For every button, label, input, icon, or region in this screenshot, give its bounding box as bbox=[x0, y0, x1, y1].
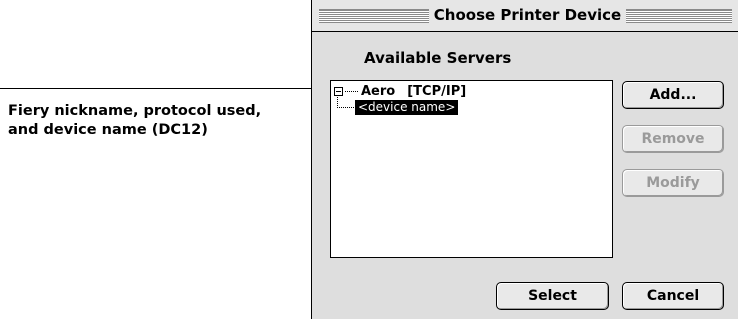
server-row[interactable]: Aero [TCP/IP] bbox=[333, 83, 466, 99]
dialog-title: Choose Printer Device bbox=[430, 5, 625, 25]
available-servers-label: Available Servers bbox=[364, 49, 512, 67]
choose-printer-device-dialog: Choose Printer Device Available Servers … bbox=[311, 0, 738, 319]
cancel-button[interactable]: Cancel bbox=[622, 282, 724, 310]
select-button[interactable]: Select bbox=[496, 282, 609, 310]
add-button[interactable]: Add... bbox=[622, 81, 724, 109]
callout-annotation: Fiery nickname, protocol used, and devic… bbox=[8, 102, 261, 140]
remove-button[interactable]: Remove bbox=[622, 125, 724, 153]
tree-connector-icon bbox=[345, 90, 359, 92]
servers-list[interactable]: Aero [TCP/IP] <device name> bbox=[330, 80, 613, 258]
callout-line-1: Fiery nickname, protocol used, bbox=[8, 103, 262, 119]
tree-branch-horizontal-icon bbox=[337, 107, 354, 108]
collapse-toggle-icon[interactable] bbox=[334, 86, 343, 96]
titlebar-stripes-left bbox=[319, 9, 429, 23]
titlebar-stripes-right bbox=[626, 9, 732, 23]
callout-line-2: and device name (DC12) bbox=[8, 122, 208, 138]
callout-leader-line bbox=[0, 88, 330, 89]
device-item-selected[interactable]: <device name> bbox=[355, 100, 459, 115]
server-protocol: [TCP/IP] bbox=[407, 83, 467, 99]
dialog-titlebar[interactable]: Choose Printer Device bbox=[312, 0, 738, 32]
server-name: Aero bbox=[361, 83, 396, 99]
modify-button[interactable]: Modify bbox=[622, 169, 724, 197]
